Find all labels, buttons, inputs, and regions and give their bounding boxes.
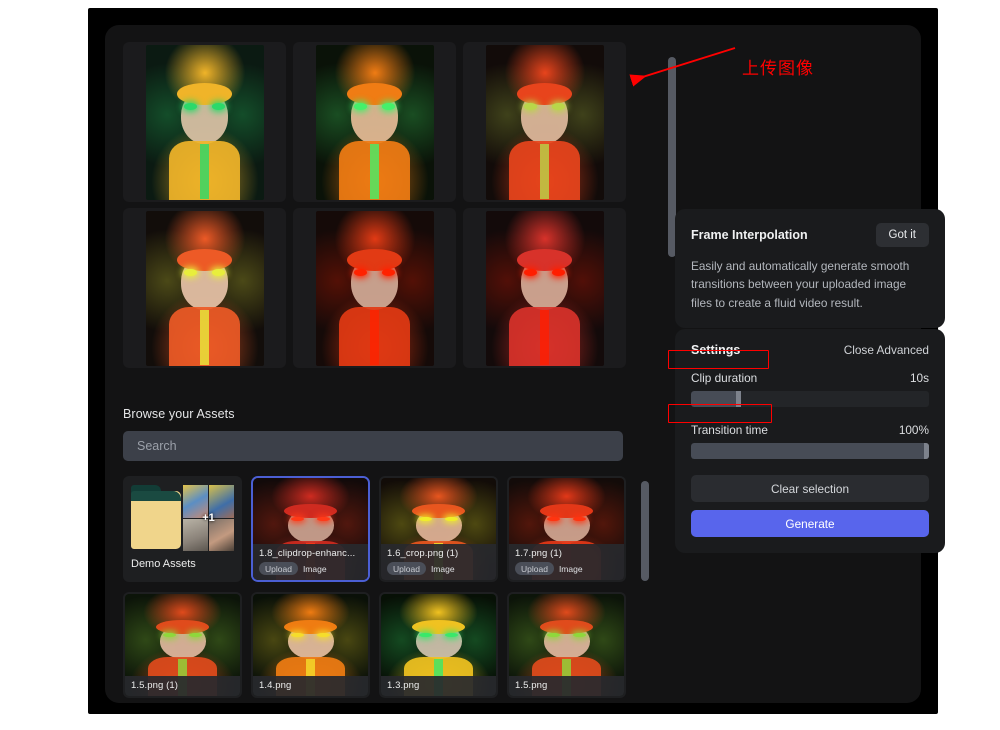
asset-meta: 1.8_clipdrop-enhanc... Upload Image [253,544,368,580]
folder-icon [131,485,181,551]
asset-filename: 1.5.png (1) [131,680,179,691]
generate-button[interactable]: Generate [691,510,929,537]
asset-tags: Upload Image [515,562,619,575]
asset-filename: 1.7.png (1) [515,548,563,559]
clip-duration-value: 10s [909,371,929,385]
app-window: Browse your Assets Search +1 Demo Assets… [88,8,945,714]
settings-title: Settings [691,343,741,357]
uploaded-image-card[interactable] [463,42,626,202]
uploaded-image-2 [315,44,434,200]
asset-card[interactable]: 1.5.png [507,592,626,698]
asset-folder-demo-assets[interactable]: +1 Demo Assets [123,476,242,582]
uploaded-images-scroll-region[interactable] [123,39,653,369]
folder-preview: +1 [131,485,234,551]
asset-filename: 1.4.png [259,680,292,691]
transition-time-row: Transition time 100% [691,423,929,437]
asset-source-tag: Upload [515,562,554,575]
uploaded-image-card[interactable] [293,42,456,202]
upload-modal-panel: Browse your Assets Search +1 Demo Assets… [105,25,945,703]
clip-duration-row: Clip duration 10s [691,371,929,385]
asset-card[interactable]: 1.7.png (1) Upload Image [507,476,626,582]
frame-interpolation-info-card: Frame Interpolation Got it Easily and au… [675,209,945,328]
search-input[interactable] [123,431,623,461]
asset-card[interactable]: 1.8_clipdrop-enhanc... Upload Image [251,476,370,582]
transition-time-value: 100% [898,423,929,437]
uploaded-image-4 [145,210,264,366]
folder-label: Demo Assets [131,558,196,570]
info-card-header: Frame Interpolation Got it [691,223,929,247]
asset-meta: 1.3.png [381,676,496,696]
asset-browser-scroll-region[interactable]: +1 Demo Assets 1.8_clipdrop-enhanc... Upl… [123,476,635,701]
settings-header: Settings Close Advanced [691,343,929,357]
clip-duration-slider[interactable] [691,391,929,407]
asset-meta: 1.6_crop.png (1) Upload Image [381,544,496,580]
asset-browser-grid: +1 Demo Assets 1.8_clipdrop-enhanc... Upl… [123,476,635,698]
uploaded-image-card[interactable] [463,208,626,368]
asset-meta: 1.5.png (1) [125,676,240,696]
asset-meta: 1.4.png [253,676,368,696]
info-card-title: Frame Interpolation [691,228,808,242]
asset-source-tag: Upload [259,562,298,575]
uploaded-image-card[interactable] [123,42,286,202]
clip-duration-slider-handle[interactable] [735,391,741,407]
asset-card[interactable]: 1.3.png [379,592,498,698]
asset-browser-scrollbar-thumb[interactable] [641,481,649,581]
info-card-body: Easily and automatically generate smooth… [691,259,910,310]
uploaded-image-6 [485,210,604,366]
asset-source-tag: Upload [387,562,426,575]
transition-time-slider-handle[interactable] [924,443,929,459]
clip-duration-label: Clip duration [691,371,758,385]
asset-filename: 1.3.png [387,680,420,691]
uploaded-image-card[interactable] [293,208,456,368]
folder-mini-thumbnails: +1 [183,485,234,551]
uploaded-image-3 [485,44,604,200]
transition-time-slider[interactable] [691,443,929,459]
left-column: Browse your Assets Search +1 Demo Assets… [123,39,676,701]
browse-assets-label: Browse your Assets [123,407,235,421]
transition-time-slider-fill [691,443,929,459]
asset-meta: 1.5.png [509,676,624,696]
uploaded-images-grid [123,39,653,368]
asset-tags: Upload Image [387,562,491,575]
asset-kind-tag: Image [302,563,327,574]
clear-selection-button[interactable]: Clear selection [691,475,929,502]
asset-filename: 1.8_clipdrop-enhanc... [259,548,356,559]
asset-kind-tag: Image [430,563,455,574]
asset-kind-tag: Image [558,563,583,574]
asset-filename: 1.6_crop.png (1) [387,548,459,559]
close-advanced-link[interactable]: Close Advanced [844,343,929,357]
asset-card[interactable]: 1.6_crop.png (1) Upload Image [379,476,498,582]
asset-card[interactable]: 1.5.png (1) [123,592,242,698]
folder-extra-count: +1 [202,512,215,524]
asset-card[interactable]: 1.4.png [251,592,370,698]
clip-duration-slider-fill [691,391,739,407]
asset-filename: 1.5.png [515,680,548,691]
uploaded-image-1 [145,44,264,200]
asset-tags: Upload Image [259,562,363,575]
uploaded-image-5 [315,210,434,366]
uploaded-image-card[interactable] [123,208,286,368]
asset-meta: 1.7.png (1) Upload Image [509,544,624,580]
settings-card: Settings Close Advanced Clip duration 10… [675,329,945,553]
transition-time-label: Transition time [691,423,768,437]
got-it-button[interactable]: Got it [875,223,929,247]
